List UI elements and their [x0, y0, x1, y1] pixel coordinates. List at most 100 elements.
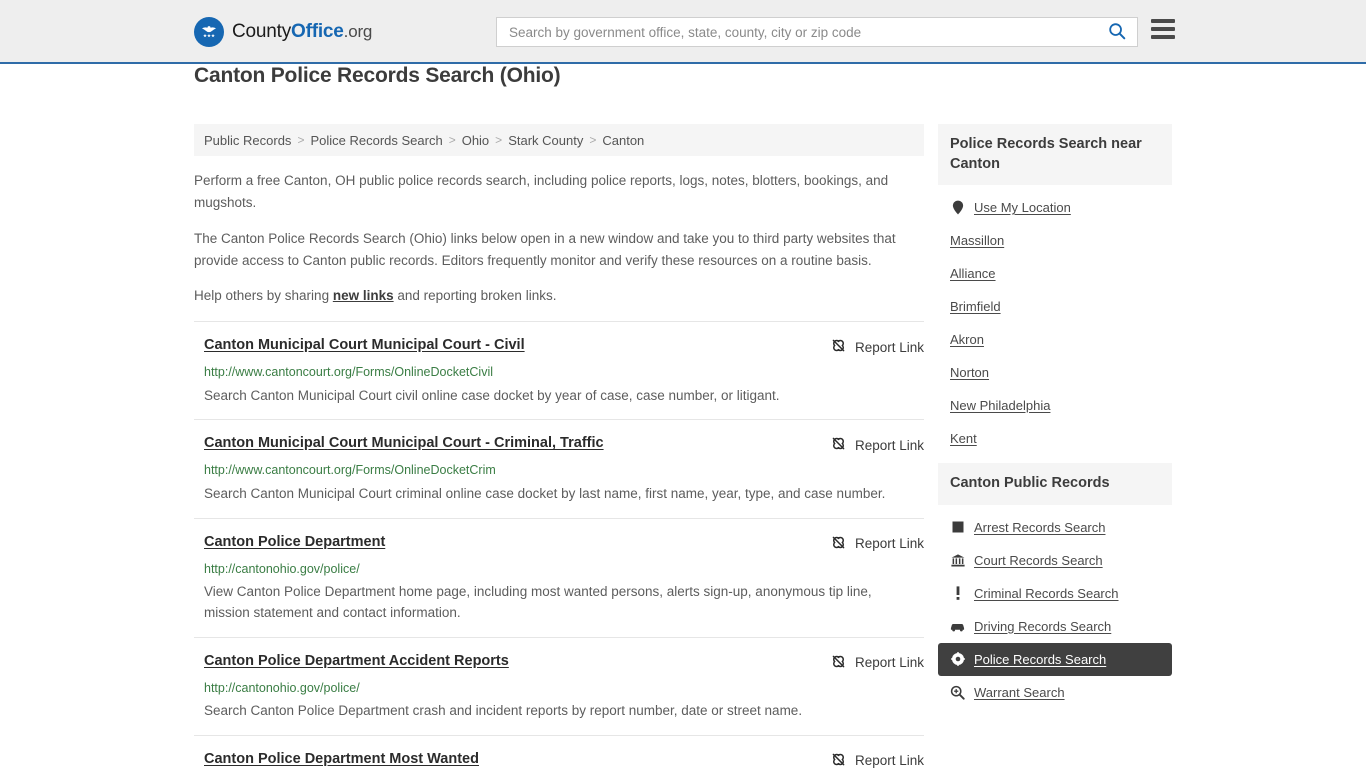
- car-icon: [950, 621, 965, 632]
- main-content: Public Records > Police Records Search >…: [194, 124, 924, 768]
- result-header: Canton Police Department Most Wanted Rep…: [204, 750, 924, 768]
- breadcrumb-item-canton: Canton: [602, 132, 645, 148]
- content-columns: Public Records > Police Records Search >…: [194, 102, 1172, 768]
- breadcrumb-item-stark-county[interactable]: Stark County: [508, 133, 583, 148]
- sidebar-item-label: Alliance: [950, 266, 996, 282]
- result-title-link[interactable]: Canton Police Department Most Wanted: [204, 750, 479, 768]
- intro-p3-before: Help others by sharing: [194, 288, 333, 304]
- public-records-panel: Canton Public Records Arrest Records Sea…: [938, 463, 1172, 709]
- result-title-link[interactable]: Canton Municipal Court Municipal Court -…: [204, 434, 604, 453]
- search-bar[interactable]: [496, 17, 1138, 47]
- result-header: Canton Municipal Court Municipal Court -…: [204, 434, 924, 455]
- eagle-seal-icon: [194, 17, 224, 47]
- hamburger-menu-icon[interactable]: [1151, 19, 1175, 39]
- logo-part-org: .org: [343, 22, 373, 41]
- search-input[interactable]: [497, 18, 1097, 46]
- public-records-panel-heading: Canton Public Records: [938, 463, 1172, 505]
- sidebar-item-label: New Philadelphia: [950, 398, 1051, 414]
- intro-text: Perform a free Canton, OH public police …: [194, 170, 924, 307]
- breadcrumb-item-public-records[interactable]: Public Records: [204, 133, 291, 148]
- sidebar-item-court-records-search[interactable]: Court Records Search: [938, 544, 1172, 577]
- report-link-button[interactable]: Report Link: [830, 750, 924, 768]
- sidebar-item-label: Use My Location: [974, 200, 1071, 216]
- report-link-button[interactable]: Report Link: [830, 652, 924, 673]
- report-link-label: Report Link: [854, 339, 924, 355]
- police-badge-icon: [950, 652, 965, 667]
- broken-link-icon: [830, 653, 847, 673]
- result-header: Canton Police Department Report Link: [204, 533, 924, 554]
- sidebar-item-label: Police Records Search: [974, 651, 1107, 667]
- report-link-label: Report Link: [854, 536, 924, 552]
- result-item: Canton Municipal Court Municipal Court -…: [194, 419, 924, 517]
- result-url: http://www.cantoncourt.org/Forms/OnlineD…: [204, 463, 496, 478]
- magnifier-plus-icon: [950, 685, 965, 700]
- sidebar-item-police-records-search[interactable]: Police Records Search: [938, 642, 1172, 676]
- result-url: http://cantonohio.gov/police/: [204, 561, 360, 576]
- result-header: Canton Municipal Court Municipal Court -…: [204, 336, 924, 357]
- sidebar-item-label: Norton: [950, 365, 990, 381]
- result-title-link[interactable]: Canton Municipal Court Municipal Court -…: [204, 336, 525, 355]
- sidebar-item-kent[interactable]: Kent: [938, 422, 1172, 455]
- sidebar-item-label: Brimfield: [950, 299, 1001, 315]
- site-header: CountyOffice.org: [0, 0, 1366, 64]
- sidebar-item-criminal-records-search[interactable]: Criminal Records Search: [938, 577, 1172, 610]
- hamburger-bar-3: [1151, 35, 1175, 39]
- result-description: View Canton Police Department home page,…: [204, 583, 872, 620]
- new-links-link[interactable]: new links: [333, 288, 394, 303]
- intro-paragraph-1: Perform a free Canton, OH public police …: [194, 173, 889, 210]
- sidebar-item-driving-records-search[interactable]: Driving Records Search: [938, 610, 1172, 643]
- breadcrumb-item-ohio[interactable]: Ohio: [462, 133, 489, 148]
- sidebar-item-brimfield[interactable]: Brimfield: [938, 290, 1172, 323]
- report-link-button[interactable]: Report Link: [830, 336, 924, 357]
- result-title-link[interactable]: Canton Police Department: [204, 533, 385, 552]
- result-description: Search Canton Municipal Court criminal o…: [204, 485, 886, 501]
- sidebar-item-label: Driving Records Search: [974, 618, 1112, 634]
- report-link-label: Report Link: [854, 437, 924, 453]
- broken-link-icon: [830, 534, 847, 554]
- sidebar-item-akron[interactable]: Akron: [938, 323, 1172, 356]
- sidebar-item-arrest-records-search[interactable]: Arrest Records Search: [938, 511, 1172, 544]
- sidebar-item-alliance[interactable]: Alliance: [938, 257, 1172, 290]
- intro-p3-after: and reporting broken links.: [393, 288, 557, 304]
- sidebar-item-new-philadelphia[interactable]: New Philadelphia: [938, 389, 1172, 422]
- report-link-button[interactable]: Report Link: [830, 434, 924, 455]
- page-title: Canton Police Records Search (Ohio): [194, 64, 561, 87]
- breadcrumb-separator: >: [589, 133, 597, 147]
- map-pin-icon: [950, 200, 965, 215]
- sidebar-item-label: Court Records Search: [974, 552, 1103, 568]
- site-logo[interactable]: CountyOffice.org: [194, 17, 372, 47]
- result-title-link[interactable]: Canton Police Department Accident Report…: [204, 652, 509, 671]
- site-logo-text: CountyOffice.org: [232, 21, 372, 43]
- logo-part-county: County: [232, 21, 292, 42]
- report-link-label: Report Link: [854, 655, 924, 671]
- logo-part-office: Office: [291, 21, 344, 42]
- report-link-label: Report Link: [854, 753, 924, 768]
- search-icon: [1108, 22, 1126, 43]
- report-link-button[interactable]: Report Link: [830, 533, 924, 554]
- hamburger-bar-2: [1151, 27, 1175, 31]
- sidebar-item-label: Criminal Records Search: [974, 585, 1119, 601]
- sidebar-item-norton[interactable]: Norton: [938, 356, 1172, 389]
- search-button[interactable]: [1097, 18, 1137, 46]
- breadcrumb-item-police-records-search[interactable]: Police Records Search: [310, 133, 442, 148]
- nearby-panel-heading: Police Records Search near Canton: [938, 124, 1172, 186]
- result-item: Canton Police Department Report Link htt…: [194, 517, 924, 637]
- result-url: http://www.cantoncourt.org/Forms/OnlineD…: [204, 365, 493, 380]
- sidebar-item-label: Massillon: [950, 233, 1005, 249]
- intro-paragraph-2: The Canton Police Records Search (Ohio) …: [194, 230, 896, 268]
- nearby-list: Use My Location Massillon Alliance Brimf…: [938, 185, 1172, 455]
- sidebar-item-massillon[interactable]: Massillon: [938, 224, 1172, 257]
- public-records-list: Arrest Records Search Court Records Sear…: [938, 505, 1172, 709]
- sidebar-item-use-my-location[interactable]: Use My Location: [938, 191, 1172, 224]
- page-body: Canton Police Records Search (Ohio) Publ…: [0, 64, 1366, 768]
- sidebar: Police Records Search near Canton Use My…: [938, 124, 1172, 768]
- intro-paragraph-3: Help others by sharing new links and rep…: [194, 285, 924, 307]
- result-header: Canton Police Department Accident Report…: [204, 652, 924, 673]
- sidebar-item-warrant-search[interactable]: Warrant Search: [938, 676, 1172, 709]
- result-description: Search Canton Police Department crash an…: [204, 702, 803, 718]
- result-item: Canton Police Department Accident Report…: [194, 636, 924, 735]
- fingerprint-square-icon: [950, 521, 965, 533]
- courthouse-icon: [950, 554, 965, 567]
- hamburger-bar-1: [1151, 19, 1175, 23]
- breadcrumb-separator: >: [297, 133, 305, 147]
